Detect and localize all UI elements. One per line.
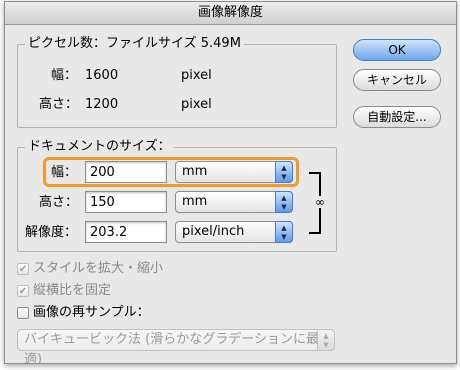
- pixel-width-unit: pixel: [181, 68, 212, 83]
- pixel-dimensions-header: ピクセル数：ファイルサイズ 5.49M: [25, 36, 244, 52]
- cancel-button[interactable]: キャンセル: [353, 69, 441, 91]
- chain-link-icon: ∞: [315, 195, 325, 209]
- pixel-dimensions-group: [17, 44, 337, 128]
- resample-method-select[interactable]: バイキュービック法 (滑らかなグラデーションに最適) ▲ ▼: [17, 329, 335, 363]
- pixel-height-unit: pixel: [181, 97, 212, 112]
- select-arrows-icon: ▲ ▼: [275, 191, 293, 213]
- doc-resolution-unit-value: pixel/inch: [182, 224, 245, 239]
- doc-height-unit-select[interactable]: mm ▲ ▼: [175, 191, 293, 213]
- resample-method-value: バイキュービック法 (滑らかなグラデーションに最適): [24, 332, 319, 364]
- doc-height-unit-value: mm: [182, 194, 208, 209]
- doc-resolution-unit-select[interactable]: pixel/inch ▲ ▼: [175, 221, 293, 243]
- pixel-height-value: 1200: [85, 97, 119, 112]
- pixel-width-value: 1600: [85, 68, 119, 83]
- doc-width-label: 幅：: [51, 165, 78, 180]
- doc-width-unit-select[interactable]: mm ▲ ▼: [175, 161, 293, 183]
- doc-height-label: 高さ：: [39, 195, 79, 210]
- select-arrows-icon: ▲ ▼: [275, 221, 293, 243]
- constrain-label: 縦横比を固定: [33, 283, 112, 298]
- scale-styles-checkbox[interactable]: ✔: [17, 263, 29, 275]
- constrain-checkbox[interactable]: ✔: [17, 285, 29, 297]
- doc-width-unit-value: mm: [182, 164, 208, 179]
- ok-button[interactable]: OK: [353, 39, 441, 61]
- dialog-title: 画像解像度: [5, 2, 456, 25]
- doc-resolution-input[interactable]: 203.2: [85, 221, 167, 243]
- pixel-width-label: 幅：: [51, 68, 78, 83]
- select-arrows-icon: ▲ ▼: [275, 161, 293, 183]
- image-size-dialog: 画像解像度 ピクセル数：ファイルサイズ 5.49M 幅： 1600 pixel …: [4, 1, 457, 364]
- document-size-header: ドキュメントのサイズ：: [25, 139, 174, 155]
- doc-height-input[interactable]: 150: [85, 191, 167, 213]
- select-arrows-icon: ▲ ▼: [317, 329, 335, 351]
- resample-label: 画像の再サンプル：: [33, 305, 150, 320]
- resample-checkbox[interactable]: [17, 307, 29, 319]
- pixel-height-label: 高さ：: [39, 97, 79, 112]
- doc-width-input[interactable]: 200: [85, 161, 167, 183]
- scale-styles-label: スタイルを拡大・縮小: [33, 261, 164, 276]
- auto-button[interactable]: 自動設定...: [353, 106, 441, 128]
- doc-resolution-label: 解像度：: [25, 225, 78, 240]
